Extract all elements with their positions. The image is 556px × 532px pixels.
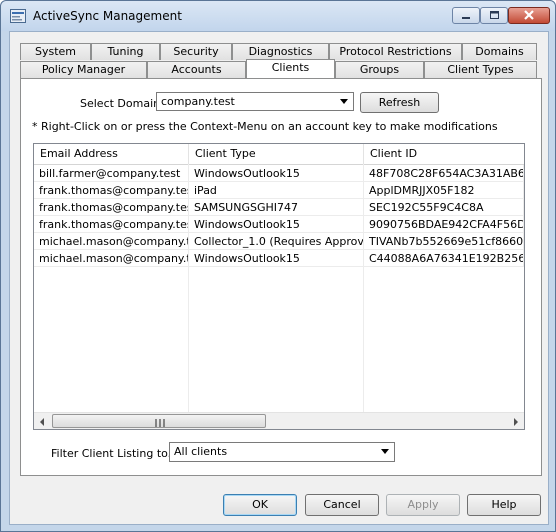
- cell-client-id: C44088A6A76341E192B25668D5: [364, 250, 524, 267]
- arrow-left-icon: [40, 418, 44, 426]
- minimize-icon: [462, 17, 470, 19]
- tab-diagnostics[interactable]: Diagnostics: [232, 43, 329, 60]
- scrollbar-thumb[interactable]: ‖‖‖: [52, 414, 266, 428]
- column-header-email[interactable]: Email Address: [34, 144, 189, 164]
- column-header-client-id[interactable]: Client ID: [364, 144, 524, 164]
- table-row[interactable]: frank.thomas@company.test iPad ApplDMRJJ…: [34, 182, 524, 199]
- cell-client-type: iPad: [189, 182, 364, 199]
- cell-email: frank.thomas@company.test: [34, 182, 189, 199]
- cell-email: bill.farmer@company.test: [34, 165, 189, 182]
- title-bar[interactable]: ActiveSync Management: [1, 1, 555, 31]
- cell-email: frank.thomas@company.test: [34, 216, 189, 233]
- tab-clients[interactable]: Clients: [246, 59, 335, 78]
- minimize-button[interactable]: [452, 7, 480, 24]
- cell-client-type: WindowsOutlook15: [189, 165, 364, 182]
- cell-client-type: WindowsOutlook15: [189, 250, 364, 267]
- refresh-button[interactable]: Refresh: [360, 92, 439, 113]
- tab-policy-manager[interactable]: Policy Manager: [20, 61, 147, 78]
- tab-client-types[interactable]: Client Types: [424, 61, 537, 78]
- apply-button[interactable]: Apply: [386, 494, 460, 516]
- tab-groups[interactable]: Groups: [335, 61, 424, 78]
- cancel-button[interactable]: Cancel: [305, 494, 379, 516]
- table-row[interactable]: michael.mason@company.test WindowsOutloo…: [34, 250, 524, 267]
- tab-domains[interactable]: Domains: [462, 43, 537, 60]
- tab-accounts[interactable]: Accounts: [147, 61, 246, 78]
- maximize-icon: [490, 11, 499, 19]
- cell-email: michael.mason@company.test: [34, 250, 189, 267]
- help-button[interactable]: Help: [467, 494, 541, 516]
- maximize-button[interactable]: [480, 7, 508, 24]
- tab-system[interactable]: System: [20, 43, 91, 60]
- cell-email: frank.thomas@company.test: [34, 199, 189, 216]
- select-domain-label: Select Domain: [80, 97, 161, 110]
- table-row[interactable]: frank.thomas@company.test SAMSUNGSGHI747…: [34, 199, 524, 216]
- cell-client-id: 9090756BDAE942CFA4F56DFDD: [364, 216, 524, 233]
- filter-label: Filter Client Listing to...: [51, 447, 179, 460]
- chevron-down-icon: [340, 99, 348, 104]
- table-row[interactable]: frank.thomas@company.test WindowsOutlook…: [34, 216, 524, 233]
- filter-select-value: All clients: [174, 445, 228, 458]
- window-title: ActiveSync Management: [33, 9, 182, 23]
- arrow-right-icon: [514, 418, 518, 426]
- tab-protocol-restrictions[interactable]: Protocol Restrictions: [329, 43, 462, 60]
- tab-security[interactable]: Security: [160, 43, 232, 60]
- tab-tuning[interactable]: Tuning: [91, 43, 160, 60]
- app-icon: [10, 9, 26, 23]
- chevron-down-icon: [381, 449, 389, 454]
- horizontal-scrollbar[interactable]: ‖‖‖: [34, 412, 524, 429]
- cell-client-type: SAMSUNGSGHI747: [189, 199, 364, 216]
- domain-select-value: company.test: [161, 95, 235, 108]
- cell-client-type: WindowsOutlook15: [189, 216, 364, 233]
- cell-client-type: Collector_1.0 (Requires Approval): [189, 233, 364, 250]
- cell-client-id: SEC192C55F9C4C8A: [364, 199, 524, 216]
- scroll-left-button[interactable]: [34, 413, 51, 429]
- clients-table[interactable]: Email Address Client Type Client ID bill…: [33, 143, 525, 430]
- column-header-client-type[interactable]: Client Type: [189, 144, 364, 164]
- filter-select[interactable]: All clients: [169, 442, 395, 462]
- close-button[interactable]: [508, 7, 550, 24]
- table-row[interactable]: bill.farmer@company.test WindowsOutlook1…: [34, 165, 524, 182]
- context-menu-hint: * Right-Click on or press the Context-Me…: [32, 120, 498, 133]
- close-icon: [524, 10, 534, 20]
- cell-client-id: 48F708C28F654AC3A31AB6293: [364, 165, 524, 182]
- grip-icon: ‖‖‖: [154, 418, 166, 427]
- table-row[interactable]: michael.mason@company.test Collector_1.0…: [34, 233, 524, 250]
- cell-email: michael.mason@company.test: [34, 233, 189, 250]
- domain-select[interactable]: company.test: [156, 92, 354, 111]
- cell-client-id: TIVANb7b552669e51cf8660b808: [364, 233, 524, 250]
- ok-button[interactable]: OK: [223, 494, 297, 516]
- table-header: Email Address Client Type Client ID: [34, 144, 524, 165]
- cell-client-id: ApplDMRJJX05F182: [364, 182, 524, 199]
- scroll-right-button[interactable]: [507, 413, 524, 429]
- activesync-window: ActiveSync Management System Tuning Secu…: [0, 0, 556, 532]
